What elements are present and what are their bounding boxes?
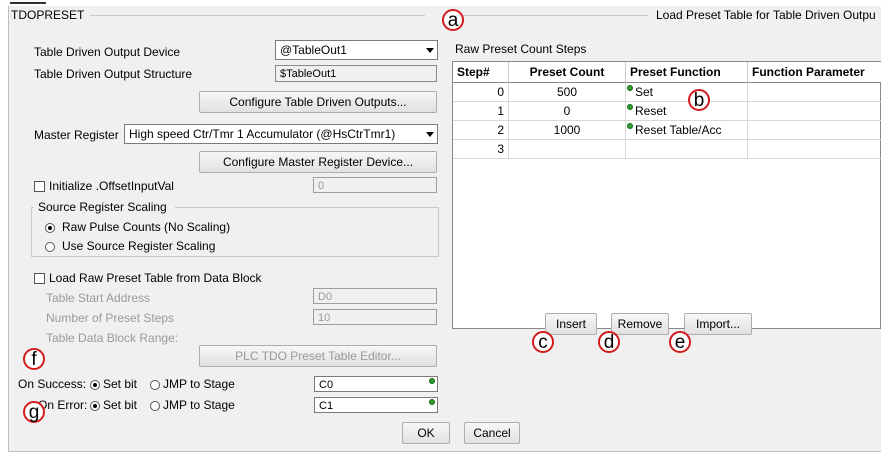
callout-e: e bbox=[669, 331, 691, 353]
tdo-structure-value: $TableOut1 bbox=[280, 68, 337, 80]
num-steps-field: 10 bbox=[313, 309, 437, 325]
success-value: C0 bbox=[319, 379, 334, 391]
success-field[interactable]: C0 bbox=[314, 376, 438, 392]
success-jmp-radio[interactable] bbox=[150, 380, 160, 390]
use-source-radio[interactable] bbox=[45, 242, 55, 252]
function-value: Reset Table/Acc bbox=[635, 123, 722, 137]
load-raw-label: Load Raw Preset Table from Data Block bbox=[49, 271, 262, 285]
callout-d: d bbox=[598, 331, 620, 353]
source-scaling-line-left bbox=[31, 207, 34, 208]
callout-b: b bbox=[688, 89, 710, 111]
table-cell-function[interactable] bbox=[626, 140, 748, 159]
error-jmp-label: JMP to Stage bbox=[163, 398, 235, 412]
tdo-structure-label: Table Driven Output Structure bbox=[34, 67, 193, 81]
init-offset-label: Initialize .OffsetInputVal bbox=[49, 179, 174, 193]
top-divider bbox=[10, 2, 46, 4]
status-dot-icon bbox=[429, 399, 435, 405]
table-cell-parameter[interactable] bbox=[748, 121, 881, 140]
on-error-label: On Error: bbox=[38, 398, 88, 412]
status-dot-icon bbox=[627, 85, 633, 91]
configure-master-button[interactable]: Configure Master Register Device... bbox=[199, 151, 437, 173]
block-range-label: Table Data Block Range: bbox=[46, 331, 179, 345]
raw-pulse-radio[interactable] bbox=[45, 223, 55, 233]
error-setbit-radio[interactable] bbox=[90, 401, 100, 411]
master-register-value: High speed Ctr/Tmr 1 Accumulator (@HsCtr… bbox=[129, 127, 396, 141]
table-cell-count[interactable]: 1000 bbox=[509, 121, 626, 140]
status-dot-icon bbox=[429, 378, 435, 384]
callout-g: g bbox=[23, 401, 45, 423]
table-cell-step[interactable]: 0 bbox=[453, 83, 509, 102]
table-cell-count[interactable]: 0 bbox=[509, 102, 626, 121]
error-jmp-radio[interactable] bbox=[150, 401, 160, 411]
success-setbit-label: Set bit bbox=[103, 377, 138, 391]
error-value: C1 bbox=[319, 400, 334, 412]
table-start-label: Table Start Address bbox=[46, 291, 151, 305]
load-raw-checkbox[interactable] bbox=[34, 273, 45, 284]
status-dot-icon bbox=[627, 104, 633, 110]
table-cell-parameter[interactable] bbox=[748, 140, 881, 159]
col-header-function[interactable]: Preset Function bbox=[626, 62, 748, 83]
status-dot-icon bbox=[627, 123, 633, 129]
right-title: Load Preset Table for Table Driven Outpu bbox=[656, 8, 876, 22]
source-scaling-title: Source Register Scaling bbox=[38, 200, 167, 214]
on-success-label: On Success: bbox=[18, 377, 87, 391]
table-cell-function[interactable]: Reset bbox=[626, 102, 748, 121]
chevron-down-icon bbox=[426, 132, 434, 137]
group-top-line-right bbox=[458, 15, 648, 16]
init-offset-field: 0 bbox=[313, 177, 437, 193]
init-offset-checkbox[interactable] bbox=[34, 181, 45, 192]
num-steps-label: Number of Preset Steps bbox=[46, 311, 175, 325]
ok-button[interactable]: OK bbox=[402, 422, 450, 444]
success-jmp-label: JMP to Stage bbox=[163, 377, 235, 391]
table-cell-function[interactable]: Reset Table/Acc bbox=[626, 121, 748, 140]
preset-table[interactable]: Step# Preset Count Preset Function Funct… bbox=[452, 61, 881, 329]
num-steps-value: 10 bbox=[318, 312, 331, 324]
master-register-label: Master Register bbox=[34, 128, 119, 142]
col-header-parameter[interactable]: Function Parameter bbox=[748, 62, 881, 83]
use-source-label: Use Source Register Scaling bbox=[62, 239, 216, 253]
error-field[interactable]: C1 bbox=[314, 397, 438, 413]
table-cell-count[interactable]: 500 bbox=[509, 83, 626, 102]
function-value: Set bbox=[635, 85, 654, 99]
table-cell-step[interactable]: 1 bbox=[453, 102, 509, 121]
col-header-step[interactable]: Step# bbox=[453, 62, 509, 83]
tdo-device-label: Table Driven Output Device bbox=[34, 45, 181, 59]
callout-f: f bbox=[23, 348, 45, 370]
group-top-line bbox=[90, 15, 425, 16]
error-setbit-label: Set bit bbox=[103, 398, 138, 412]
source-scaling-line-right bbox=[175, 207, 438, 208]
tdo-device-value: @TableOut1 bbox=[280, 43, 347, 57]
tdo-structure-field: $TableOut1 bbox=[275, 65, 437, 82]
table-cell-step[interactable]: 3 bbox=[453, 140, 509, 159]
chevron-down-icon bbox=[426, 48, 434, 53]
tdo-device-select[interactable]: @TableOut1 bbox=[275, 40, 438, 60]
configure-tdo-button[interactable]: Configure Table Driven Outputs... bbox=[199, 91, 437, 113]
callout-a: a bbox=[442, 9, 464, 31]
group-title: TDOPRESET bbox=[11, 8, 85, 22]
init-offset-value: 0 bbox=[318, 180, 325, 192]
table-start-field: D0 bbox=[313, 288, 437, 304]
cancel-button[interactable]: Cancel bbox=[464, 422, 520, 444]
steps-label: Raw Preset Count Steps bbox=[455, 42, 587, 56]
import-button[interactable]: Import... bbox=[684, 313, 752, 335]
callout-c: c bbox=[532, 331, 554, 353]
success-setbit-radio[interactable] bbox=[90, 380, 100, 390]
table-cell-count[interactable] bbox=[509, 140, 626, 159]
insert-button[interactable]: Insert bbox=[545, 313, 597, 335]
table-cell-function[interactable]: Set bbox=[626, 83, 748, 102]
master-register-select[interactable]: High speed Ctr/Tmr 1 Accumulator (@HsCtr… bbox=[124, 124, 438, 144]
table-cell-step[interactable]: 2 bbox=[453, 121, 509, 140]
table-start-value: D0 bbox=[318, 291, 333, 303]
table-cell-parameter[interactable] bbox=[748, 102, 881, 121]
raw-pulse-label: Raw Pulse Counts (No Scaling) bbox=[62, 220, 231, 234]
preset-editor-button[interactable]: PLC TDO Preset Table Editor... bbox=[199, 345, 437, 367]
function-value: Reset bbox=[635, 104, 667, 118]
remove-button[interactable]: Remove bbox=[611, 313, 669, 335]
col-header-count[interactable]: Preset Count bbox=[509, 62, 626, 83]
table-cell-parameter[interactable] bbox=[748, 83, 881, 102]
